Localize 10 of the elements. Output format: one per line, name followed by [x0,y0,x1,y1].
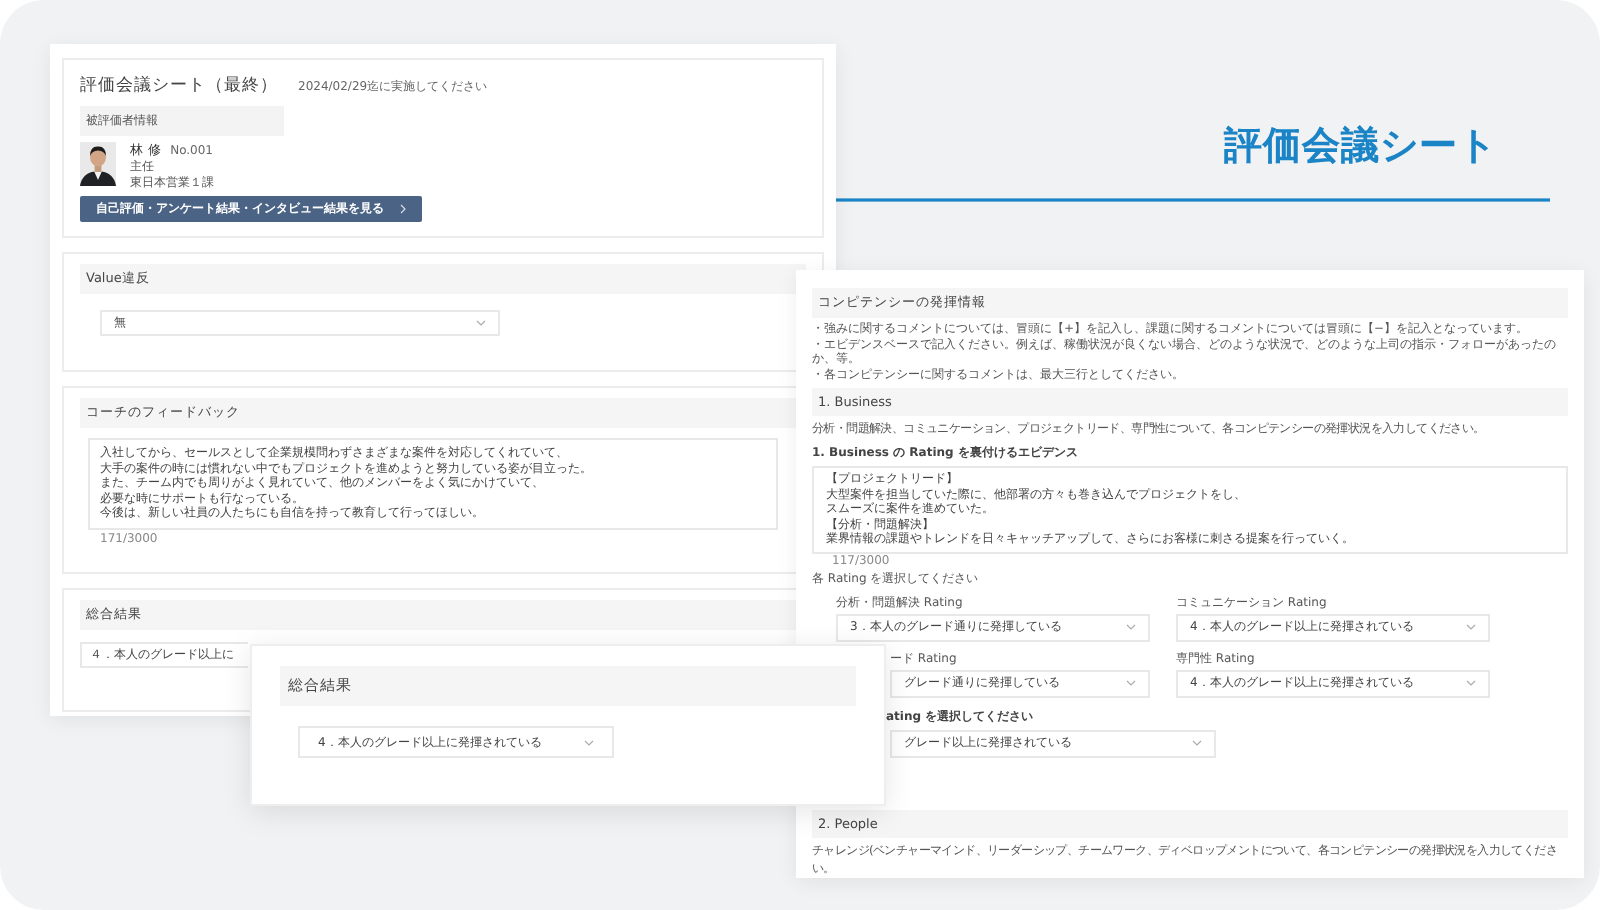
sheet-title: 評価会議シート（最終） [80,74,278,98]
caret-icon [1192,740,1202,746]
caret-icon [584,739,594,745]
caret-icon [1126,624,1136,630]
page-headline: 評価会議シート [1224,122,1497,172]
caret-icon [1466,680,1476,686]
caret-icon [476,320,486,326]
chevron-right-icon [400,204,406,214]
caret-icon [1126,680,1136,686]
caret-icon [1466,624,1476,630]
